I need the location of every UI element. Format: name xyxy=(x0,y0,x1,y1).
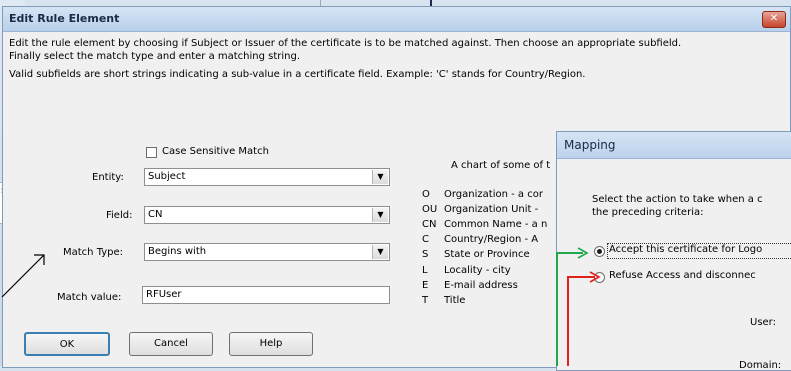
accept-radio[interactable] xyxy=(594,246,605,257)
chart-abbr: OU xyxy=(422,204,438,215)
chart-row: S State or Province xyxy=(422,249,530,260)
entity-select-value: Subject xyxy=(148,171,186,182)
accept-option-label[interactable]: Accept this certificate for Logo xyxy=(609,244,762,255)
close-button[interactable]: ✕ xyxy=(762,11,786,28)
chart-row: E E-mail address xyxy=(422,280,518,291)
chart-abbr: L xyxy=(422,265,428,276)
match-value-label: Match value: xyxy=(57,292,122,303)
cancel-button[interactable]: Cancel xyxy=(129,332,213,356)
chart-desc: Locality - city xyxy=(444,265,511,276)
chart-abbr: CN xyxy=(422,219,437,230)
red-annotation-line xyxy=(567,276,569,366)
chart-row: L Locality - city xyxy=(422,265,511,276)
chart-row: CN Common Name - a n xyxy=(422,219,547,230)
chevron-down-icon[interactable]: ▼ xyxy=(372,245,388,259)
mapping-dialog: Mapping Select the action to take when a… xyxy=(556,131,791,371)
chart-desc: Title xyxy=(444,295,466,306)
description-line-3: Valid subfields are short strings indica… xyxy=(9,69,586,80)
description-line-2: Finally select the match type and enter … xyxy=(9,51,301,62)
field-select[interactable]: CN ▼ xyxy=(144,206,390,224)
chart-desc: Organization - a cor xyxy=(444,189,543,200)
mapping-title: Mapping xyxy=(564,138,616,152)
ok-button[interactable]: OK xyxy=(24,332,110,356)
chart-desc: Common Name - a n xyxy=(444,219,548,230)
chart-abbr: T xyxy=(422,295,429,306)
green-arrow-icon xyxy=(577,247,589,259)
red-arrow-icon xyxy=(589,271,601,283)
match-type-select-value: Begins with xyxy=(148,246,207,257)
chart-row: T Title xyxy=(422,295,465,306)
chart-row: OU Organization Unit - xyxy=(422,204,538,215)
match-type-label: Match Type: xyxy=(63,247,124,258)
case-sensitive-checkbox[interactable] xyxy=(146,147,157,158)
chevron-down-icon[interactable]: ▼ xyxy=(372,170,388,184)
chart-row: O Organization - a cor xyxy=(422,189,543,200)
chevron-down-icon[interactable]: ▼ xyxy=(372,208,388,222)
chart-abbr: C xyxy=(422,234,429,245)
chart-desc: E-mail address xyxy=(444,280,518,291)
match-value-input[interactable]: RFUser xyxy=(142,286,390,304)
green-annotation-line xyxy=(556,252,558,366)
match-type-select[interactable]: Begins with ▼ xyxy=(144,243,390,261)
help-button[interactable]: Help xyxy=(229,332,313,356)
description-line-1: Edit the rule element by choosing if Sub… xyxy=(9,38,682,49)
chart-desc: Country/Region - A xyxy=(444,234,539,245)
refuse-option-label[interactable]: Refuse Access and disconnec xyxy=(609,270,756,281)
title-bar[interactable]: Edit Rule Element ✕ xyxy=(3,7,790,32)
mapping-title-bar[interactable]: Mapping xyxy=(557,132,791,159)
user-label: User: xyxy=(750,317,776,328)
case-sensitive-label[interactable]: Case Sensitive Match xyxy=(162,146,269,157)
mapping-prompt-line-1: Select the action to take when a c xyxy=(592,194,763,205)
field-label: Field: xyxy=(106,210,133,221)
black-arrow-icon xyxy=(1,254,45,298)
dialog-title: Edit Rule Element xyxy=(9,12,120,25)
entity-select[interactable]: Subject ▼ xyxy=(144,168,390,186)
chart-row: C Country/Region - A xyxy=(422,234,538,245)
chart-abbr: O xyxy=(422,189,430,200)
chart-abbr: S xyxy=(422,249,429,260)
chart-desc: State or Province xyxy=(444,249,530,260)
mapping-prompt-line-2: the preceding criteria: xyxy=(592,207,704,218)
field-select-value: CN xyxy=(148,209,163,220)
chart-abbr: E xyxy=(422,280,429,291)
subfield-chart-title: A chart of some of t xyxy=(451,160,551,171)
entity-label: Entity: xyxy=(92,172,124,183)
chart-desc: Organization Unit - xyxy=(444,204,539,215)
